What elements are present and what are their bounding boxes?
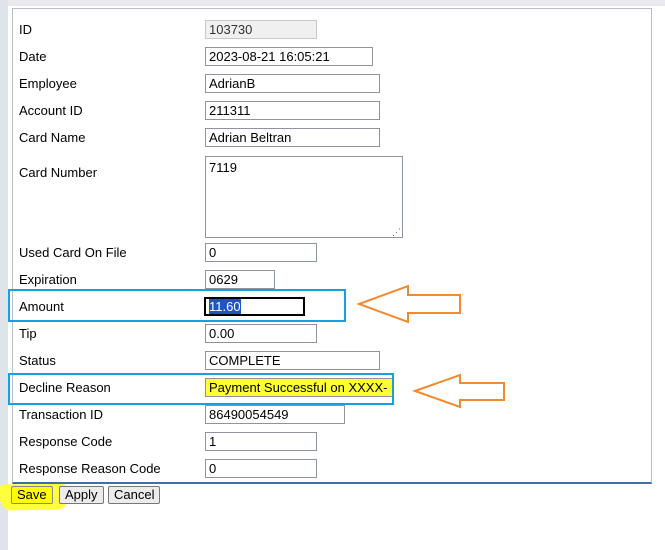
arrow-left-icon xyxy=(356,284,461,324)
row-date: Date 2023-08-21 16:05:21 xyxy=(13,44,651,71)
account-id-field[interactable]: 211311 xyxy=(205,101,380,120)
transaction-form: ID 103730 Date 2023-08-21 16:05:21 Emplo… xyxy=(12,8,652,484)
row-used-card-on-file: Used Card On File 0 xyxy=(13,240,651,267)
transaction-id-field[interactable]: 86490054549 xyxy=(205,405,345,424)
employee-field[interactable]: AdrianB xyxy=(205,74,380,93)
row-account-id: Account ID 211311 xyxy=(13,98,651,125)
top-border xyxy=(0,0,665,6)
used-card-on-file-label: Used Card On File xyxy=(19,245,127,260)
row-decline-reason: Decline Reason Payment Successful on XXX… xyxy=(13,375,651,402)
save-button[interactable]: Save xyxy=(11,486,53,504)
response-reason-code-label: Response Reason Code xyxy=(19,461,161,476)
date-field[interactable]: 2023-08-21 16:05:21 xyxy=(205,47,373,66)
arrow-left-icon xyxy=(412,373,505,409)
row-expiration: Expiration 0629 xyxy=(13,267,651,294)
status-field[interactable]: COMPLETE xyxy=(205,351,380,370)
amount-label: Amount xyxy=(19,299,64,314)
row-employee: Employee AdrianB xyxy=(13,71,651,98)
card-number-value: 7119 xyxy=(209,160,237,175)
row-id: ID 103730 xyxy=(13,17,651,44)
expiration-field[interactable]: 0629 xyxy=(205,270,275,289)
tip-field[interactable]: 0.00 xyxy=(205,324,317,343)
date-label: Date xyxy=(19,49,47,64)
card-number-textarea[interactable]: 7119 ⋰ xyxy=(205,156,403,238)
row-response-code: Response Code 1 xyxy=(13,429,651,456)
response-code-field[interactable]: 1 xyxy=(205,432,317,451)
expiration-label: Expiration xyxy=(19,272,77,287)
account-id-label: Account ID xyxy=(19,103,83,118)
tip-label: Tip xyxy=(19,326,37,341)
decline-reason-label: Decline Reason xyxy=(19,380,111,395)
response-reason-code-field[interactable]: 0 xyxy=(205,459,317,478)
card-number-label: Card Number xyxy=(19,165,98,180)
transaction-id-label: Transaction ID xyxy=(19,407,104,422)
card-name-label: Card Name xyxy=(19,130,86,145)
amount-field[interactable]: 11.60 xyxy=(204,297,305,316)
id-field[interactable]: 103730 xyxy=(205,20,317,39)
left-border xyxy=(0,0,8,550)
row-transaction-id: Transaction ID 86490054549 xyxy=(13,402,651,429)
cancel-button[interactable]: Cancel xyxy=(108,486,161,504)
amount-selected-text: 11.60 xyxy=(209,299,241,314)
card-name-field[interactable]: Adrian Beltran xyxy=(205,128,380,147)
row-status: Status COMPLETE xyxy=(13,348,651,375)
row-response-reason-code: Response Reason Code 0 xyxy=(13,456,651,483)
row-card-name: Card Name Adrian Beltran xyxy=(13,125,651,152)
row-amount: Amount 11.60 xyxy=(13,294,651,321)
apply-button[interactable]: Apply xyxy=(59,486,104,504)
resize-handle-icon[interactable]: ⋰ xyxy=(392,228,401,237)
row-tip: Tip 0.00 xyxy=(13,321,651,348)
used-card-on-file-field[interactable]: 0 xyxy=(205,243,317,262)
id-label: ID xyxy=(19,22,32,37)
status-label: Status xyxy=(19,353,56,368)
response-code-label: Response Code xyxy=(19,434,113,449)
employee-label: Employee xyxy=(19,76,77,91)
decline-reason-field[interactable]: Payment Successful on XXXX- xyxy=(205,378,393,397)
